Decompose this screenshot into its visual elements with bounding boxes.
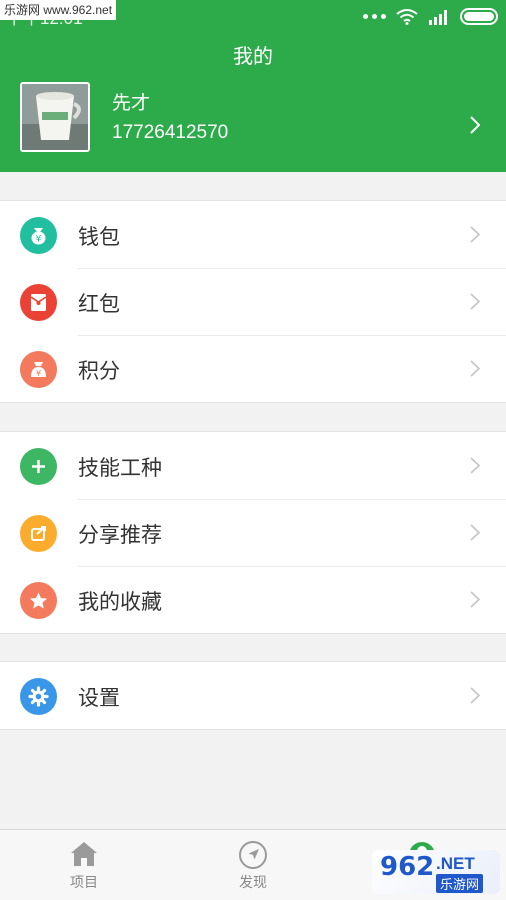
battery-icon [460, 8, 498, 25]
logo-site-name: 乐游网 [436, 874, 484, 893]
menu-item-label: 积分 [78, 359, 120, 383]
status-bar: 下午12:01 乐游网 www.962.net [0, 0, 506, 34]
wallet-icon: ¥ [20, 217, 57, 254]
header-bar: 下午12:01 乐游网 www.962.net 我的 [0, 0, 506, 172]
share-icon [20, 515, 57, 552]
menu-item-label: 红包 [78, 292, 120, 316]
menu-group-tools: 技能工种 分享推荐 我的收藏 [0, 431, 506, 634]
menu-item-settings[interactable]: 设置 [0, 662, 506, 729]
menu-group-finance: ¥ 钱包 红包 ¥ 积分 [0, 200, 506, 403]
gear-icon [20, 678, 57, 715]
site-logo: 962 .NET 乐游网 [372, 850, 500, 894]
menu-item-skills[interactable]: 技能工种 [0, 432, 506, 499]
signal-icon [429, 9, 447, 25]
status-icons [363, 8, 498, 25]
tab-discover[interactable]: 发现 [169, 830, 337, 900]
chevron-right-icon [470, 457, 480, 474]
tab-label: 发现 [239, 875, 267, 891]
tab-label: 项目 [70, 875, 98, 891]
menu-item-share[interactable]: 分享推荐 [0, 499, 506, 566]
more-dots-icon [363, 14, 386, 19]
avatar[interactable] [20, 82, 90, 152]
chevron-right-icon [470, 293, 480, 310]
menu-item-label: 技能工种 [78, 456, 162, 480]
plus-icon [20, 448, 57, 485]
chevron-right-icon [470, 524, 480, 541]
menu-item-label: 我的收藏 [78, 590, 162, 614]
menu-item-favorites[interactable]: 我的收藏 [0, 566, 506, 633]
chevron-right-icon [470, 687, 480, 704]
logo-net: .NET [436, 854, 475, 873]
watermark-text: 乐游网 www.962.net [0, 0, 117, 20]
user-phone: 17726412570 [112, 122, 229, 143]
menu-item-label: 分享推荐 [78, 523, 162, 547]
svg-text:¥: ¥ [36, 235, 42, 245]
wifi-icon [396, 8, 418, 25]
red-envelope-icon [20, 284, 57, 321]
chevron-right-icon [470, 116, 480, 134]
points-bag-icon: ¥ [20, 351, 57, 388]
menu-item-wallet[interactable]: ¥ 钱包 [0, 201, 506, 268]
home-icon [71, 842, 97, 866]
menu-item-red-envelope[interactable]: 红包 [0, 268, 506, 335]
user-name: 先才 [112, 92, 151, 114]
logo-number: 962 [380, 852, 435, 882]
chevron-right-icon [470, 226, 480, 243]
menu-group-settings: 设置 [0, 661, 506, 730]
menu-item-label: 设置 [78, 686, 120, 710]
chevron-right-icon [470, 360, 480, 377]
star-icon [20, 582, 57, 619]
compass-icon [239, 841, 267, 869]
menu-item-label: 钱包 [78, 225, 120, 249]
profile-card[interactable]: 先才 17726412570 [0, 80, 506, 152]
chevron-right-icon [470, 591, 480, 608]
menu-item-points[interactable]: ¥ 积分 [0, 335, 506, 402]
tab-projects[interactable]: 项目 [0, 830, 168, 900]
svg-text:¥: ¥ [36, 369, 41, 378]
page-title: 我的 [233, 44, 273, 68]
bottom-tab-bar: 项目 发现 我的 962 .NET 乐游网 [0, 829, 506, 900]
